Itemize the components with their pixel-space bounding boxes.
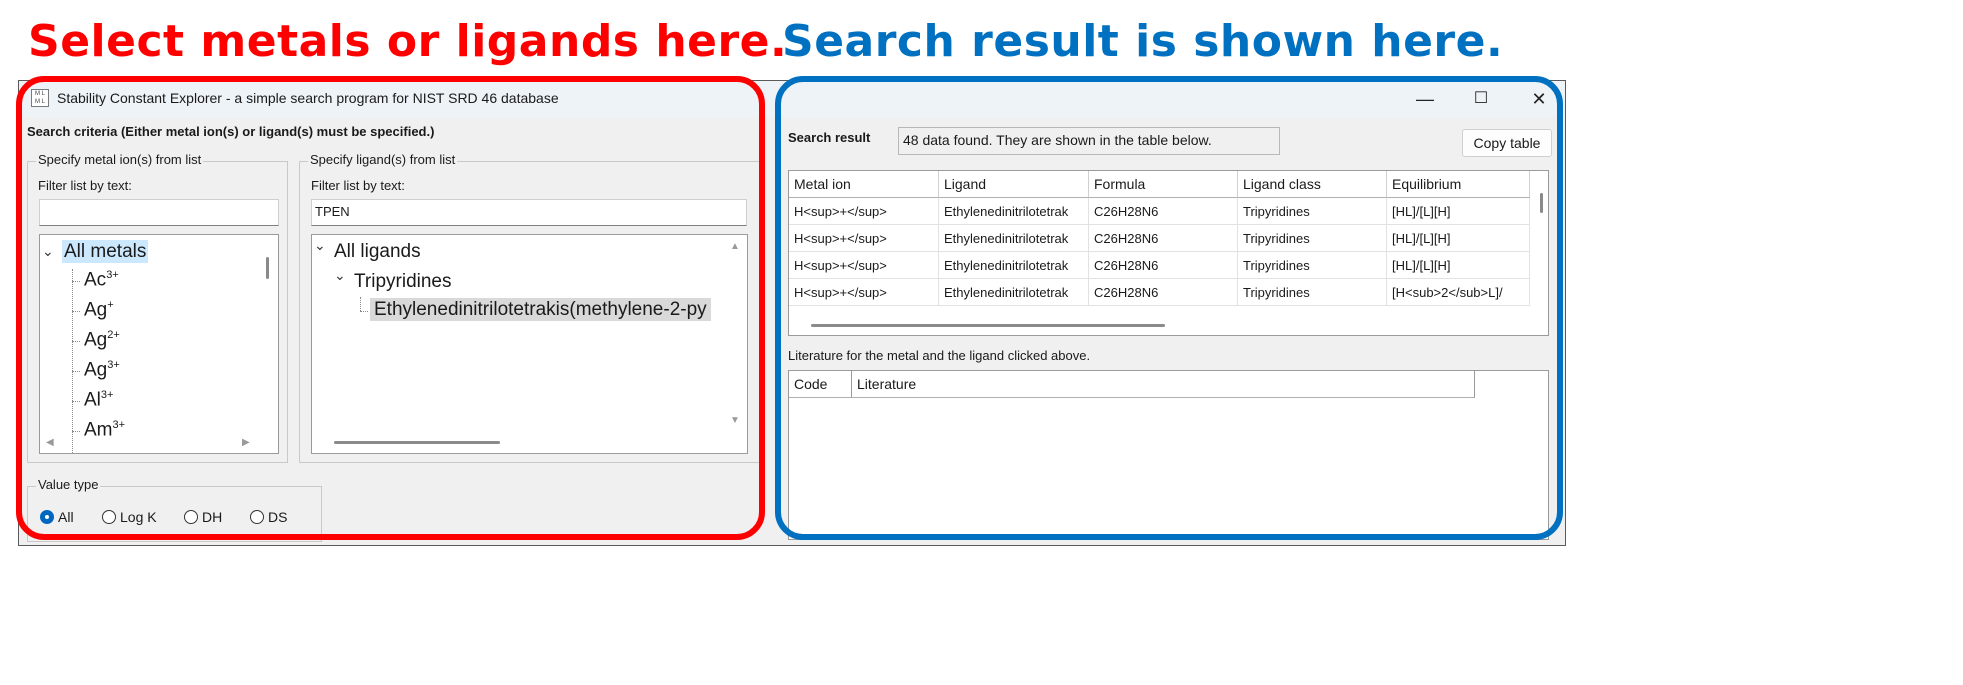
annotation-outline-right	[775, 76, 1563, 540]
annotation-right-headline: Search result is shown here.	[782, 16, 1504, 67]
annotation-left-headline: Select metals or ligands here.	[28, 16, 788, 67]
annotation-outline-left	[16, 76, 765, 540]
